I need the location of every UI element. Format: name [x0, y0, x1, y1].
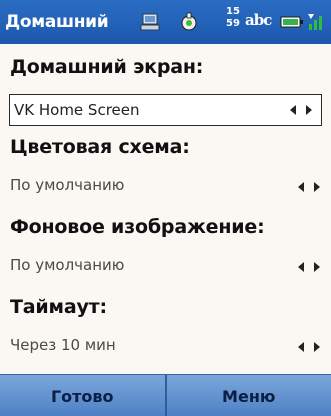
volume-icon[interactable] [178, 0, 200, 44]
left-right-arrows-icon[interactable] [289, 104, 313, 116]
network-icon[interactable] [140, 0, 162, 44]
input-mode-indicator[interactable]: abc [245, 11, 272, 29]
background-image-value[interactable]: По умолчанию [10, 256, 124, 274]
clock-hours: 15 [226, 6, 240, 17]
left-right-arrows-icon[interactable] [297, 341, 321, 353]
background-image-label: Фоновое изображение: [10, 216, 265, 238]
settings-content: Домашний экран: VK Home Screen Цветовая … [0, 44, 331, 374]
color-scheme-value[interactable]: По умолчанию [10, 176, 124, 194]
color-scheme-label: Цветовая схема: [10, 136, 190, 158]
timeout-value[interactable]: Через 10 мин [10, 336, 116, 354]
home-screen-selector[interactable]: VK Home Screen [9, 94, 322, 126]
clock-minutes: 59 [226, 18, 240, 29]
pocketpc-screen: Домашний 15 59 abc Домашний экран: VK Ho… [0, 0, 331, 416]
timeout-label: Таймаут: [10, 296, 107, 318]
done-softkey[interactable]: Готово [0, 375, 165, 416]
home-screen-value: VK Home Screen [14, 101, 140, 119]
softkey-bar: Готово Меню [0, 374, 331, 416]
left-right-arrows-icon[interactable] [297, 181, 321, 193]
title-bar: Домашний 15 59 abc [0, 0, 331, 44]
signal-icon[interactable] [306, 0, 328, 44]
battery-icon[interactable] [280, 0, 304, 44]
clock[interactable]: 15 59 [220, 6, 246, 30]
menu-softkey[interactable]: Меню [167, 375, 331, 416]
window-title: Домашний [5, 12, 109, 32]
home-screen-label: Домашний экран: [10, 56, 204, 78]
left-right-arrows-icon[interactable] [297, 261, 321, 273]
